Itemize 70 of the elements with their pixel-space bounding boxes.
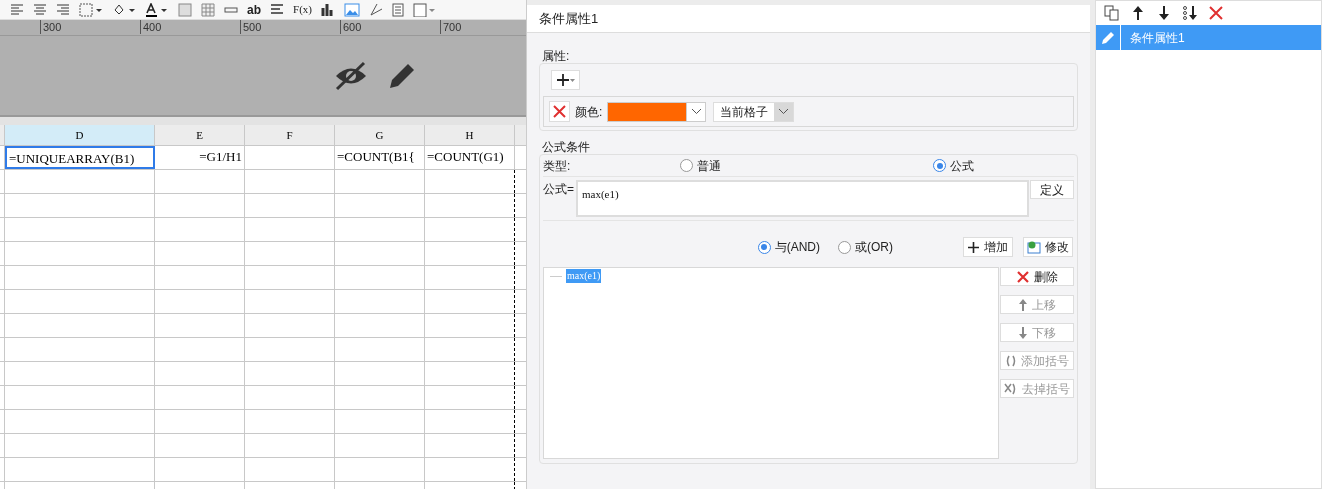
paragraph-icon[interactable] [270,2,284,17]
eye-off-icon[interactable] [334,60,368,91]
radio-option[interactable]: 普通 [680,156,721,175]
remove-brackets-icon [1004,382,1018,395]
column-header[interactable]: D [5,125,155,145]
merge-cells-icon[interactable] [178,2,192,17]
page-icon[interactable] [412,2,435,17]
copy-icon[interactable] [1104,5,1120,21]
radio-option[interactable]: 公式 [933,156,974,175]
column-header[interactable]: E [155,125,245,145]
chevron-down-icon [691,109,701,114]
add-button[interactable] [551,70,580,90]
radio-indicator[interactable] [838,240,851,254]
arrow-up-icon[interactable] [1130,5,1146,21]
fill-color-icon[interactable] [112,2,136,17]
arrow-up-icon [1018,297,1028,312]
grid-icon[interactable] [201,2,215,17]
bar-chart-icon[interactable] [320,2,335,17]
table-cell[interactable]: =COUNT(B1{ [335,146,425,169]
align-icon[interactable] [33,3,47,16]
arrow-down-icon [1018,325,1028,340]
define-button[interactable]: 定义 [1030,180,1074,199]
ruler-label: 500 [240,20,340,34]
group-legend: 属性: [539,49,1078,63]
scope-dropdown[interactable]: 当前格子 [713,101,795,122]
ruler-label: 600 [340,20,440,34]
side-button[interactable]: 删除 [1000,267,1074,286]
radio-indicator[interactable] [933,159,946,172]
align-icon[interactable] [56,3,70,16]
radio-option[interactable]: 与(AND) [757,238,820,256]
caret-icon [569,78,575,82]
close-icon [1016,269,1030,284]
add-button[interactable]: 增加 [963,237,1013,257]
close-icon [553,105,566,118]
align-icon[interactable] [10,3,24,16]
modify-button[interactable]: 修改 [1023,237,1073,257]
plus-icon [556,74,569,86]
column-header[interactable]: H [425,125,515,145]
remove-button[interactable] [549,101,570,122]
pencil-icon [1101,30,1115,45]
color-label: 颜色: [575,103,603,121]
group-legend: 公式条件 [539,140,1078,154]
brackets-icon [1005,354,1017,367]
image-icon[interactable] [343,2,360,17]
font-color-icon[interactable] [145,2,169,17]
type-label: 类型: [543,157,572,175]
text-tool[interactable]: ab [247,0,261,19]
color-picker[interactable] [607,101,707,122]
ruler-label: 400 [140,20,240,34]
formula-field[interactable]: max(e1) [576,180,1030,217]
radio-indicator[interactable] [757,240,771,254]
ruler-label: 300 [40,20,140,34]
line-icon[interactable] [368,2,383,17]
table-cell[interactable]: =UNIQUEARRAY(B1) [5,146,155,169]
dialog-title: 条件属性1 [527,5,1090,33]
plus-icon [968,241,979,253]
formula-tool[interactable]: F(x) [293,1,312,18]
chevron-down-icon [779,109,789,114]
column-header[interactable]: F [245,125,335,145]
arrow-down-icon[interactable] [1156,5,1172,21]
formula-label: 公式= [543,181,575,198]
radio-indicator[interactable] [680,159,693,172]
radio-option[interactable]: 或(OR) [838,238,893,256]
close-icon[interactable] [1208,5,1224,21]
border-icon[interactable] [79,2,103,17]
table-cell[interactable]: =COUNT(G1) [425,146,515,169]
move-to-bottom-icon[interactable] [1182,5,1198,21]
document-icon[interactable] [391,2,404,17]
column-header[interactable]: G [335,125,425,145]
table-cell[interactable]: =G1/H1 [155,146,245,169]
